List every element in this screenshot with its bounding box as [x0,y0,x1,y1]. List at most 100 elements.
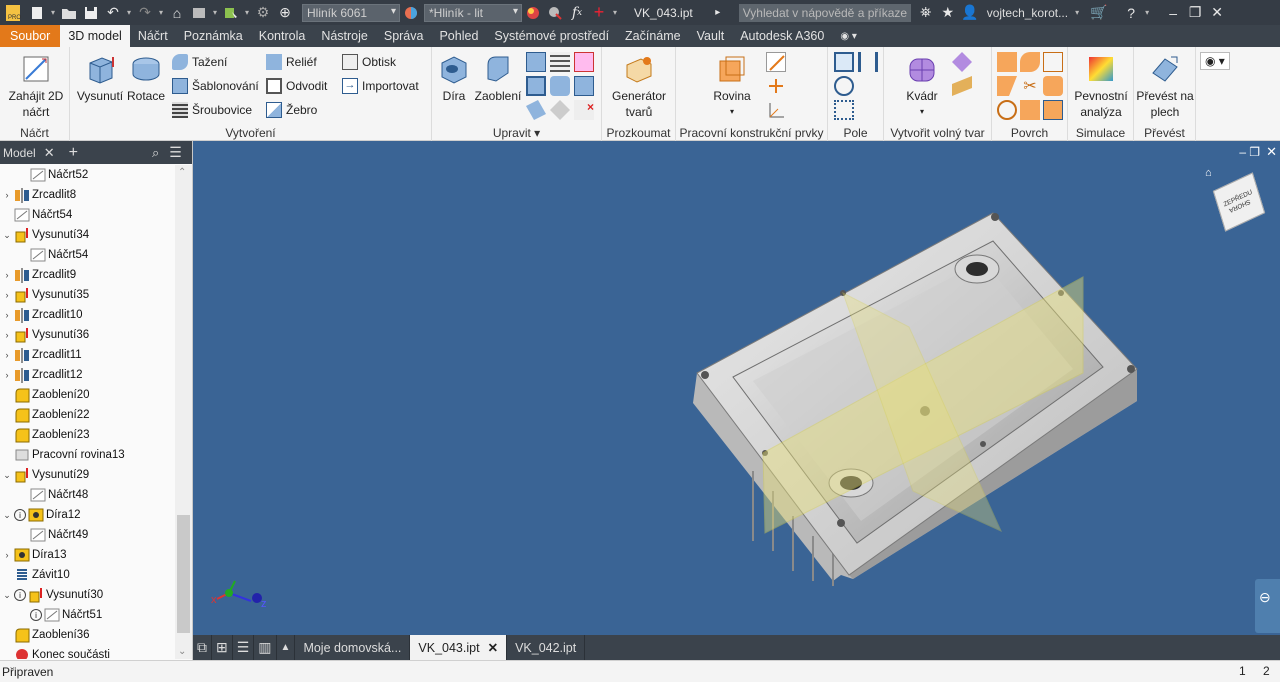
loft-button[interactable]: Šablonování [172,78,259,94]
tree-expand-icon[interactable]: ⌄ [2,590,12,601]
scroll-up-icon[interactable]: ⌃ [178,167,186,178]
derive-button[interactable]: Odvodit [266,78,327,94]
select-icon[interactable] [220,3,242,23]
minimize-icon[interactable]: – [1162,3,1184,23]
tab-nastroje[interactable]: Nástroje [313,25,376,47]
trim-surface-icon[interactable] [997,100,1017,120]
appearance-sphere-icon[interactable] [400,3,422,23]
tab-pohled[interactable]: Pohled [431,25,486,47]
adjust-appearance-icon[interactable] [522,3,544,23]
properties-icon[interactable]: ⚙ [252,3,274,23]
tree-node[interactable]: Náčrt54 [18,245,88,265]
browser-tab-model[interactable]: Model [3,146,36,160]
work-axis-icon[interactable] [766,52,786,72]
shell-icon[interactable] [526,76,546,96]
tree-node[interactable]: Konec součásti [2,645,110,659]
add-plus-icon[interactable]: + [588,2,610,23]
home-icon[interactable]: ⌂ [166,3,188,23]
tree-node[interactable]: i Náčrt51 [18,605,102,625]
rectangular-pattern-icon[interactable] [834,52,854,72]
tab-poznamka[interactable]: Poznámka [176,25,251,47]
tree-expand-icon[interactable]: ⌄ [2,470,12,481]
tree-expand-icon[interactable]: › [2,290,12,300]
open-folder-icon[interactable] [58,3,80,23]
chamfer-icon[interactable] [526,52,546,72]
new-file-icon[interactable] [26,3,48,23]
tab-list-icon[interactable]: ▲ [277,635,296,660]
thicken-icon[interactable] [526,100,546,120]
select-caret-icon[interactable]: ▾ [242,8,252,17]
boundary-patch-icon[interactable] [1020,52,1040,72]
tab-sprava[interactable]: Správa [376,25,432,47]
extend-surface-icon[interactable] [1020,100,1040,120]
shape-generator-button[interactable]: Generátor tvarů [606,53,672,120]
sweep-button[interactable]: Tažení [172,54,227,70]
coil-button[interactable]: Šroubovice [172,102,252,118]
extrude-button[interactable]: Vysunutí [76,53,124,104]
tree-node[interactable]: › Vysunutí36 [2,325,89,345]
combine-icon[interactable] [574,76,594,96]
circular-pattern-icon[interactable] [834,76,854,96]
doc-tab-close-icon[interactable]: ✕ [488,640,498,655]
mirror-icon[interactable] [858,52,878,72]
fillet-button[interactable]: Zaoblení [472,53,524,104]
tree-node[interactable]: Zaoblení22 [2,405,90,425]
arrange-vertical-icon[interactable]: ▥ [254,635,277,660]
tree-node[interactable]: › Zrcadlit11 [2,345,82,365]
favorites-star-icon[interactable]: ★ [937,3,959,23]
qat-customize-icon[interactable]: ▾ [610,8,620,17]
doc-tab-vk043[interactable]: VK_043.ipt ✕ [410,635,508,660]
tab-autodesk-a360[interactable]: Autodesk A360 [732,25,832,47]
tree-node[interactable]: ⌄ i Díra12 [2,505,81,525]
freeform-edit-icon[interactable] [952,52,972,72]
tree-node[interactable]: › Zrcadlit10 [2,305,83,325]
cart-icon[interactable]: 🛒 [1088,3,1110,23]
sketch-pattern-icon[interactable] [834,100,854,120]
tab-zaciname[interactable]: Začínáme [617,25,689,47]
work-point-icon[interactable] [766,76,786,96]
stitch-icon[interactable] [997,76,1017,96]
parameters-fx-icon[interactable]: fx [566,3,588,23]
thread-tool-icon[interactable] [550,52,570,72]
navigation-bar-icon[interactable]: ⊖ [1255,579,1280,633]
restore-icon[interactable]: ❐ [1184,3,1206,23]
doc-tab-vk042[interactable]: VK_042.ipt [507,635,586,660]
undo-caret-icon[interactable]: ▾ [124,8,134,17]
browser-tab-close-icon[interactable]: ✕ [44,145,55,161]
decal-button[interactable]: Obtisk [342,54,396,70]
emboss-button[interactable]: Reliéf [266,54,317,70]
help-caret-icon[interactable]: ▾ [1142,8,1152,17]
delete-face-icon[interactable]: × [574,100,594,120]
update-icon[interactable] [188,3,210,23]
tree-node[interactable]: Zaoblení23 [2,425,90,445]
tree-node[interactable]: › Zrcadlit12 [2,365,83,385]
redo-caret-icon[interactable]: ▾ [156,8,166,17]
tree-node[interactable]: Zaoblení20 [2,385,90,405]
tree-node[interactable]: › Zrcadlit8 [2,185,76,205]
tree-node[interactable]: ⌄ i Vysunutí30 [2,585,103,605]
viewport-close-icon[interactable]: ✕ [1266,144,1277,160]
tile-windows-icon[interactable]: ⊞ [212,635,233,660]
start-sketch-button[interactable]: Zahájit 2D náčrt [8,53,64,120]
chevron-right-icon[interactable]: ▸ [707,3,729,23]
tree-node[interactable]: Závit10 [2,565,70,585]
box-freeform-button[interactable]: Kvádr ▾ [892,53,952,120]
move-face-icon[interactable] [550,100,570,120]
tree-node[interactable]: ⌄ Vysunutí34 [2,225,89,245]
tree-expand-icon[interactable]: › [2,190,12,200]
search-binoculars-icon[interactable]: ⛯ [915,3,937,23]
tab-3d-model[interactable]: 3D model [60,25,130,47]
appearance-dropdown[interactable]: *Hliník - lit [424,3,522,22]
tree-node[interactable]: › Díra13 [2,545,67,565]
split-icon[interactable] [574,52,594,72]
graphics-viewport[interactable]: x z – ❐ ✕ ⌂ ZEPŘEDU SHORA ⊖ [193,141,1280,635]
app-logo-icon[interactable]: PRO [0,3,26,23]
tab-nacrt[interactable]: Náčrt [130,25,176,47]
tree-node[interactable]: › Vysunutí35 [2,285,89,305]
user-caret-icon[interactable]: ▾ [1072,8,1082,17]
tree-node[interactable]: Náčrt49 [18,525,88,545]
sculpt-icon[interactable]: ✂ [1020,76,1040,96]
ribbon-more-button[interactable]: ◉ ▾ [1200,52,1230,70]
help-icon[interactable]: ? [1120,3,1142,23]
user-name[interactable]: vojtech_korot... [987,6,1068,20]
